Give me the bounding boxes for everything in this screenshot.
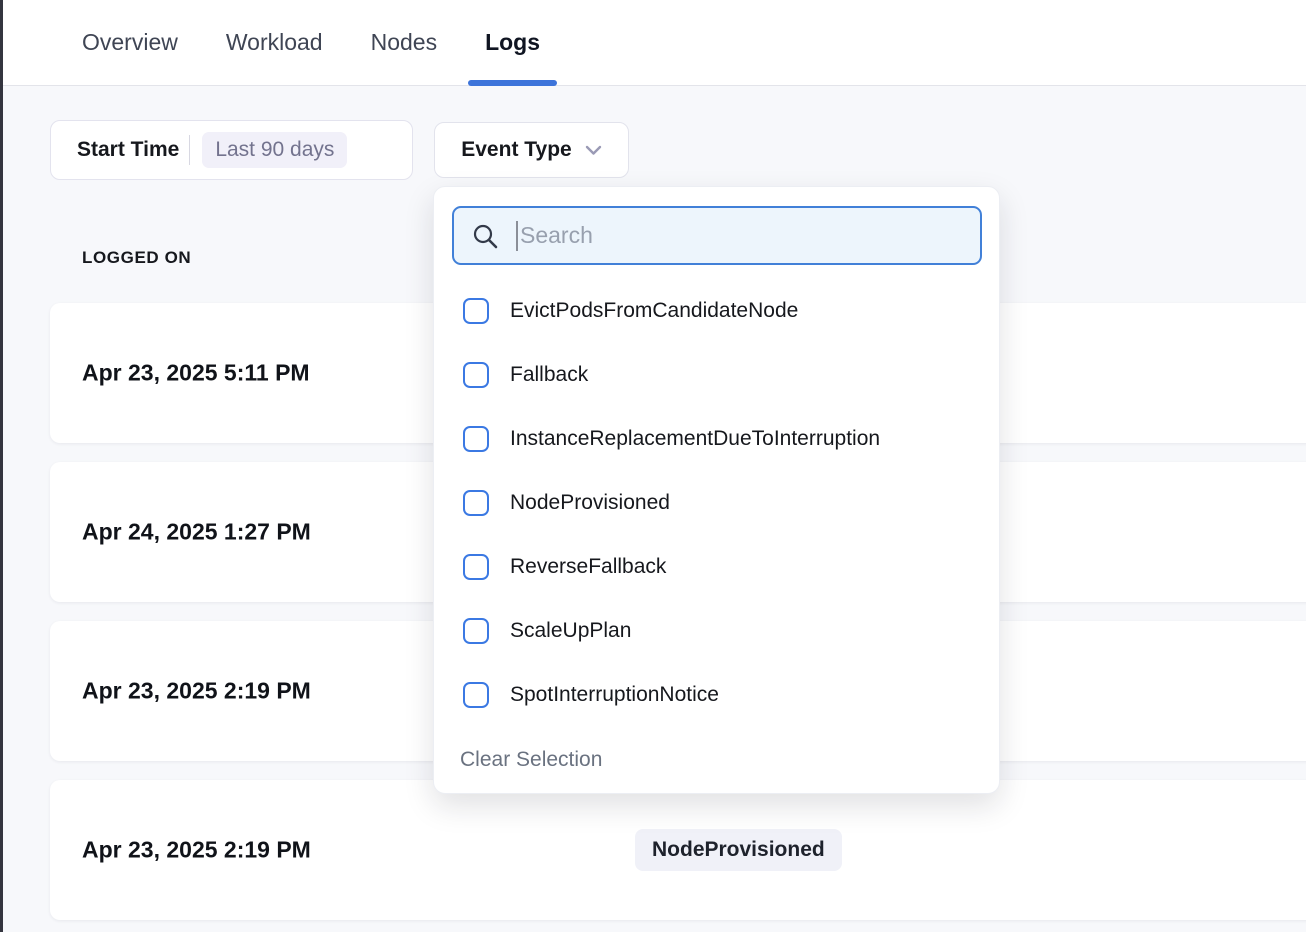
checkbox-unchecked[interactable] [463, 298, 489, 324]
checkbox-unchecked[interactable] [463, 426, 489, 452]
tab-workload[interactable]: Workload [226, 0, 323, 86]
chevron-down-icon [585, 145, 602, 156]
option-scaleupplan[interactable]: ScaleUpPlan [452, 599, 981, 663]
option-instancereplacementduetointerruption[interactable]: InstanceReplacementDueToInterruption [452, 407, 981, 471]
clear-selection-button[interactable]: Clear Selection [452, 748, 602, 772]
option-reversefallback[interactable]: ReverseFallback [452, 535, 981, 599]
option-spotinterruptionnotice[interactable]: SpotInterruptionNotice [452, 663, 981, 727]
tab-bar: Overview Workload Nodes Logs [0, 0, 1306, 86]
option-label: Fallback [510, 363, 588, 387]
event-type-option-list: EvictPodsFromCandidateNode Fallback Inst… [452, 279, 981, 727]
dropdown-search-input[interactable] [520, 208, 980, 263]
tab-overview[interactable]: Overview [82, 0, 178, 86]
logged-on-timestamp: Apr 23, 2025 2:19 PM [82, 837, 311, 864]
option-fallback[interactable]: Fallback [452, 343, 981, 407]
checkbox-unchecked[interactable] [463, 682, 489, 708]
tab-logs[interactable]: Logs [485, 0, 540, 86]
checkbox-unchecked[interactable] [463, 490, 489, 516]
checkbox-unchecked[interactable] [463, 554, 489, 580]
logged-on-timestamp: Apr 24, 2025 1:27 PM [82, 519, 311, 546]
start-time-filter-label: Start Time [77, 138, 179, 162]
filter-divider [189, 135, 190, 165]
column-header-logged-on: LOGGED ON [82, 248, 191, 268]
window-left-edge [0, 0, 3, 932]
logged-on-timestamp: Apr 23, 2025 2:19 PM [82, 678, 311, 705]
start-time-filter-value: Last 90 days [202, 132, 347, 168]
logged-on-timestamp: Apr 23, 2025 5:11 PM [82, 360, 310, 387]
text-cursor [516, 221, 518, 251]
option-label: NodeProvisioned [510, 491, 670, 515]
option-label: ReverseFallback [510, 555, 666, 579]
option-evictpodsfromcandidatenode[interactable]: EvictPodsFromCandidateNode [452, 279, 981, 343]
option-label: SpotInterruptionNotice [510, 683, 719, 707]
tab-logs-label: Logs [485, 29, 540, 56]
tab-overview-label: Overview [82, 29, 178, 56]
start-time-filter[interactable]: Start Time Last 90 days [50, 120, 413, 180]
event-type-filter-button[interactable]: Event Type [434, 122, 629, 178]
tab-nodes-label: Nodes [371, 29, 437, 56]
event-type-dropdown-panel: EvictPodsFromCandidateNode Fallback Inst… [433, 186, 1000, 794]
option-label: InstanceReplacementDueToInterruption [510, 427, 880, 451]
log-row-4[interactable]: Apr 23, 2025 2:19 PM NodeProvisioned [50, 780, 1306, 920]
checkbox-unchecked[interactable] [463, 362, 489, 388]
option-label: EvictPodsFromCandidateNode [510, 299, 798, 323]
option-nodeprovisioned[interactable]: NodeProvisioned [452, 471, 981, 535]
tab-workload-label: Workload [226, 29, 323, 56]
event-type-filter-label: Event Type [461, 138, 571, 162]
event-type-badge: NodeProvisioned [635, 829, 842, 871]
dropdown-search-box[interactable] [452, 206, 982, 265]
active-tab-underline [468, 80, 557, 86]
option-label: ScaleUpPlan [510, 619, 631, 643]
checkbox-unchecked[interactable] [463, 618, 489, 644]
search-icon [471, 222, 499, 250]
tab-nodes[interactable]: Nodes [371, 0, 437, 86]
